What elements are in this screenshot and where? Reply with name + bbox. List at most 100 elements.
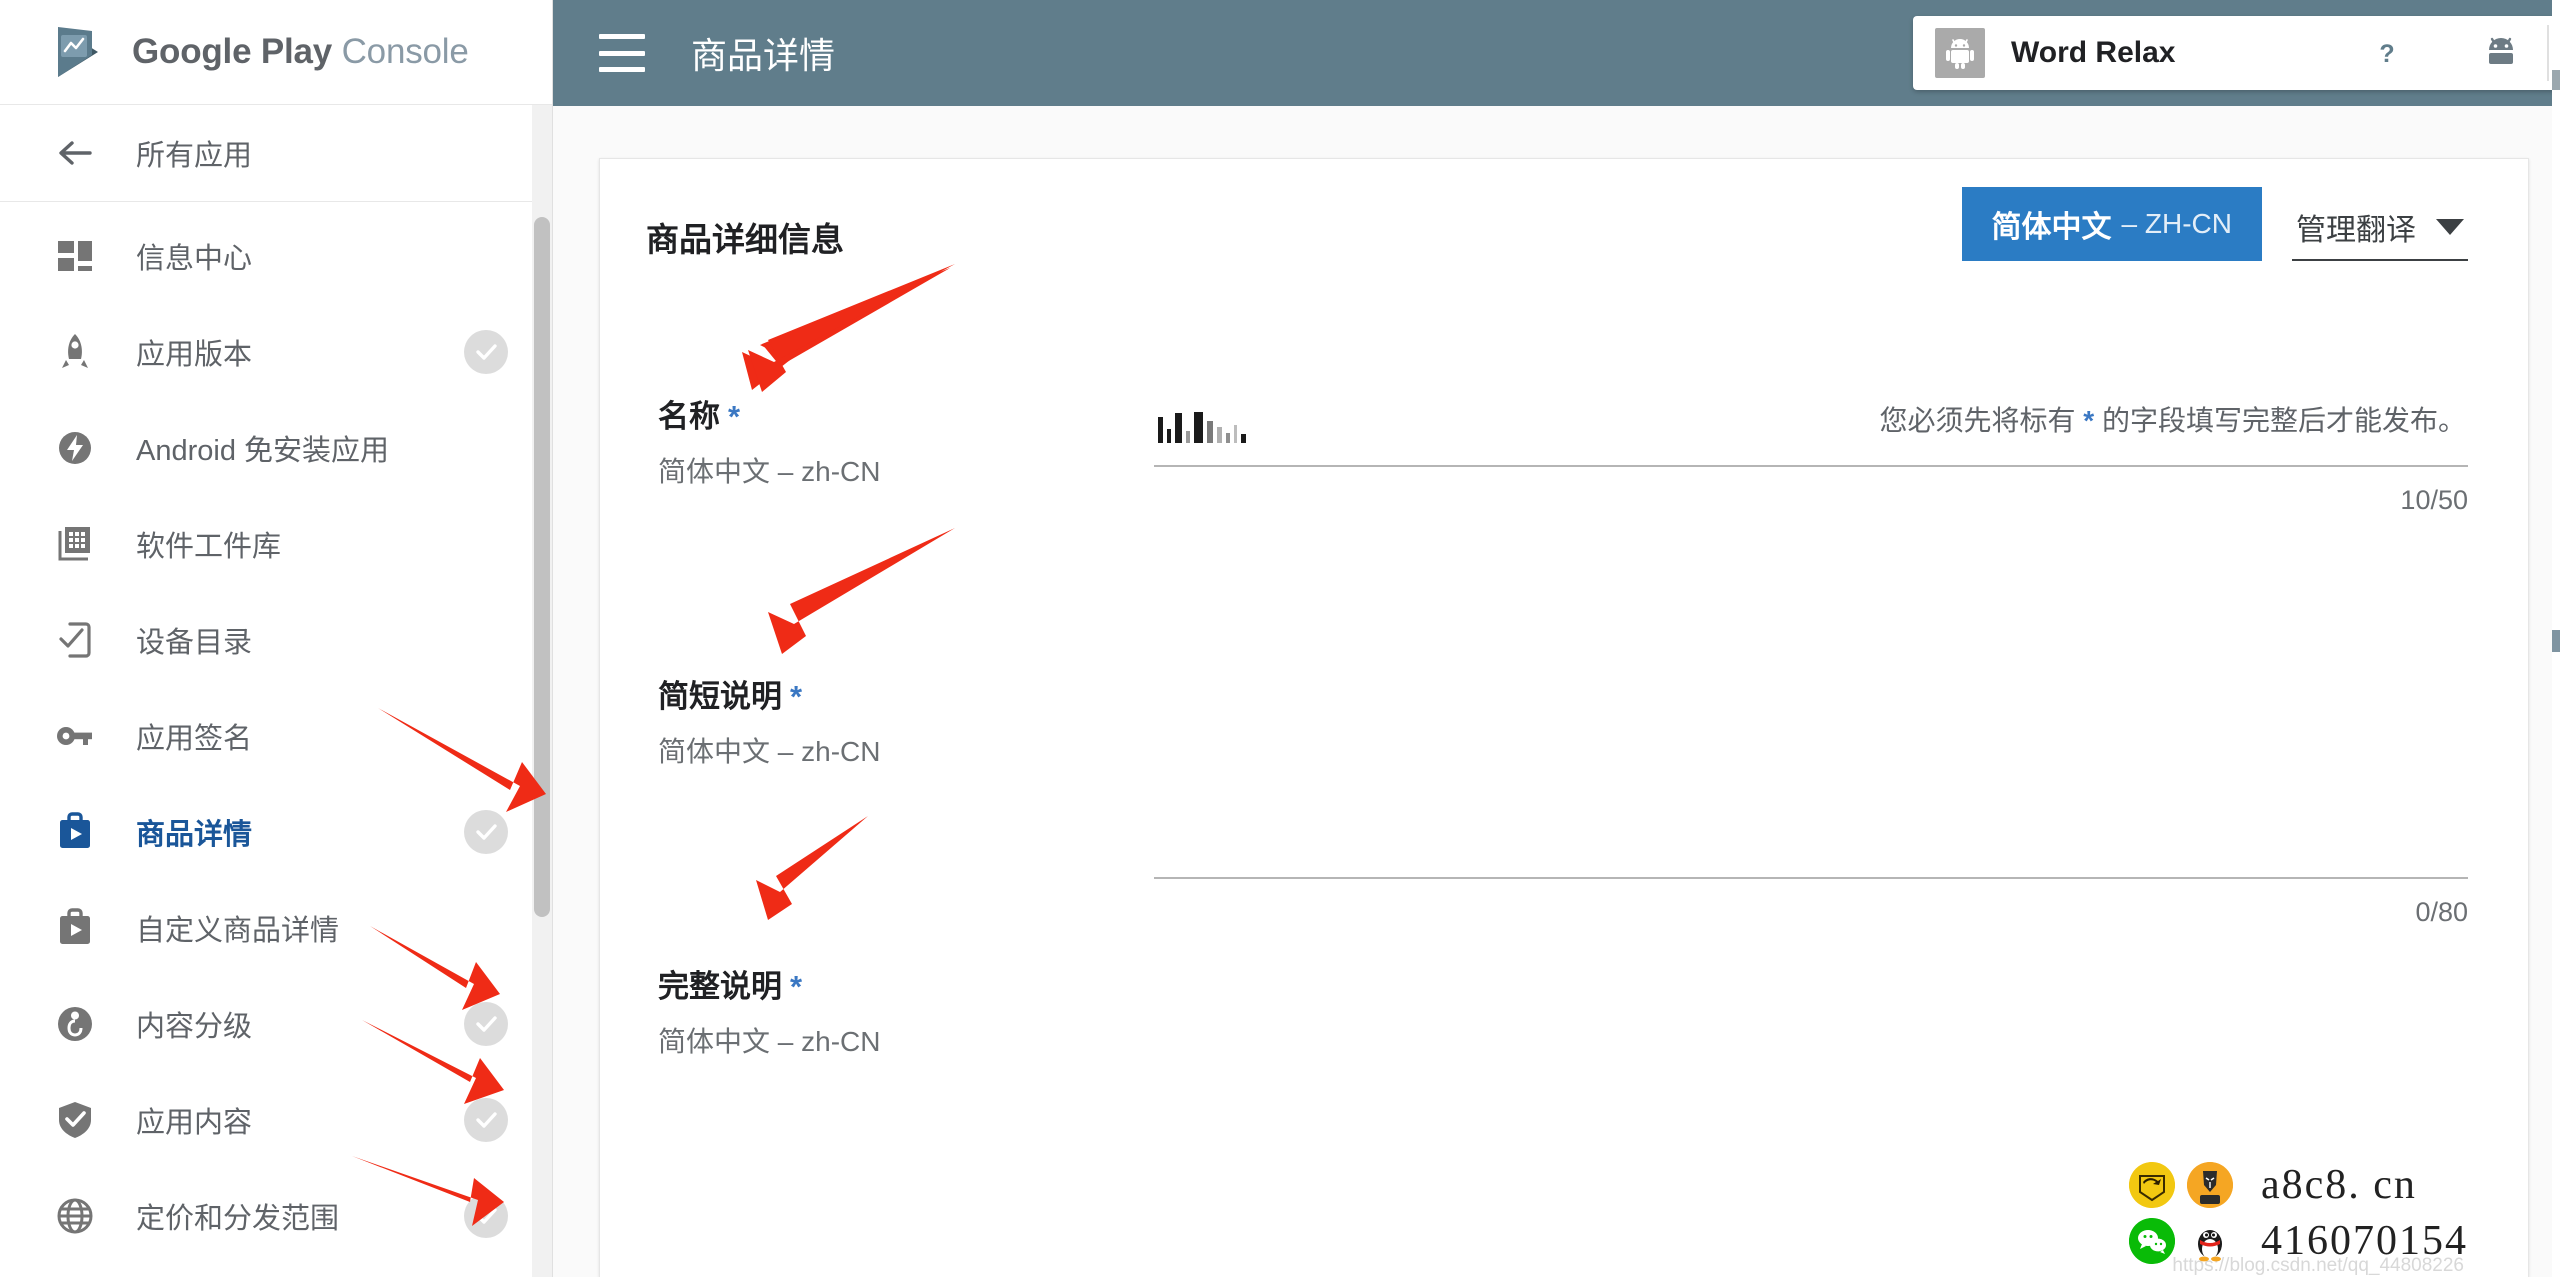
- sidebar-item-label: Android 免安装应用: [136, 435, 390, 467]
- rocket-icon: [52, 329, 98, 375]
- short-description-label: 简短说明 * 简体中文 – zh-CN: [644, 671, 1154, 961]
- sidebar-item-app-signing[interactable]: 应用签名: [0, 688, 552, 784]
- name-input[interactable]: [1154, 399, 2468, 467]
- sidebar-item-label: 软件工件库: [136, 531, 282, 563]
- sidebar-item-pricing-distribution[interactable]: 定价和分发范围: [0, 1168, 552, 1264]
- store-listing-card: 商品详细信息 简体中文 – ZH-CN 管理翻译 您必须先将标有 * 的字段填写…: [599, 158, 2529, 1278]
- sidebar-item-label: 应用内容: [136, 1107, 253, 1139]
- short-description-sublabel: 简体中文 – zh-CN: [658, 736, 881, 767]
- sidebar-item-label: 内容分级: [136, 1011, 253, 1043]
- wechat-icon: [2129, 1218, 2175, 1264]
- store-listing-icon: [52, 809, 98, 855]
- sidebar-item-app-content[interactable]: 应用内容: [0, 1072, 552, 1168]
- name-input-redacted-value: [1154, 399, 2468, 443]
- sidebar-item-content-rating[interactable]: 内容分级: [0, 976, 552, 1072]
- required-star: *: [790, 679, 803, 714]
- sidebar-item-custom-store-listing[interactable]: 自定义商品详情: [0, 880, 552, 976]
- sidebar-item-android-instant-apps[interactable]: Android 免安装应用: [0, 400, 552, 496]
- name-field-sublabel: 简体中文 – zh-CN: [658, 456, 881, 487]
- label-text: 名称: [658, 399, 720, 434]
- help-question-icon[interactable]: ?: [2359, 25, 2415, 81]
- sidebar-item-store-listing[interactable]: 商品详情: [0, 784, 552, 880]
- watermark-row-site: a8c8. cn: [2129, 1161, 2468, 1209]
- short-description-control: 0/80: [1154, 671, 2468, 961]
- app-releases-check-badge: [464, 330, 508, 374]
- watermark-site: a8c8. cn: [2261, 1162, 2417, 1208]
- dashboard-icon: [52, 233, 98, 279]
- sidebar-item-artifact-library[interactable]: 软件工件库: [0, 496, 552, 592]
- avatar[interactable]: [2467, 19, 2535, 87]
- language-toolbar: 简体中文 – ZH-CN 管理翻译: [1961, 187, 2468, 261]
- sidebar-item-label: 自定义商品详情: [136, 915, 340, 947]
- required-star: *: [790, 969, 803, 1004]
- brand-title: Google Play Console: [132, 32, 469, 72]
- sidebar: Google Play Console 所有应用 信息中心 应用版本 Andro…: [0, 0, 553, 1283]
- chevron-down-icon: [2436, 219, 2464, 235]
- manage-translations-dropdown[interactable]: 管理翻译: [2292, 205, 2468, 261]
- sidebar-back-all-apps[interactable]: 所有应用: [0, 105, 552, 202]
- sidebar-item-dashboard[interactable]: 信息中心: [0, 208, 552, 304]
- language-chip[interactable]: 简体中文 – ZH-CN: [1961, 187, 2262, 261]
- full-description-label: 完整说明 * 简体中文 – zh-CN: [644, 961, 1154, 1201]
- form-row-name: 名称 * 简体中文 – zh-CN 10/50: [644, 391, 2468, 671]
- sidebar-item-label: 设备目录: [136, 627, 253, 659]
- pricing-distribution-check-badge: [464, 1194, 508, 1238]
- label-text: 简短说明: [658, 679, 782, 714]
- language-chip-code: – ZH-CN: [2121, 208, 2232, 239]
- short-description-char-counter: 0/80: [2415, 897, 2468, 927]
- window-bottom-strip: [0, 1277, 2560, 1283]
- edge-mark-top: [2552, 70, 2560, 90]
- name-field-label: 名称 * 简体中文 – zh-CN: [644, 391, 1154, 671]
- brand-header: Google Play Console: [0, 0, 552, 105]
- notifications-bell-icon[interactable]: [2249, 25, 2305, 81]
- form-row-short-description: 简短说明 * 简体中文 – zh-CN 0/80: [644, 671, 2468, 961]
- divider: [2547, 25, 2549, 81]
- name-char-counter: 10/50: [2400, 485, 2468, 515]
- sidebar-scrollbar-track[interactable]: [532, 105, 552, 1283]
- top-app-bar: 商品详情 Word Relax ?: [553, 0, 2560, 106]
- android-robot-icon: [1935, 28, 1985, 78]
- bolt-circle-icon: [52, 425, 98, 471]
- name-field-control: 10/50: [1154, 391, 2468, 671]
- manage-translations-label: 管理翻译: [2296, 214, 2416, 247]
- key-icon: [52, 713, 98, 759]
- brand-title-secondary: Console: [341, 32, 469, 71]
- brand-title-primary: Google Play: [132, 32, 333, 71]
- required-star: *: [728, 399, 741, 434]
- short-description-label-text: 简短说明 *: [658, 671, 1154, 716]
- name-field-label-text: 名称 *: [658, 391, 1154, 436]
- content-rating-icon: [52, 1001, 98, 1047]
- anonymous-mask-icon: [2187, 1162, 2233, 1208]
- watermark: a8c8. cn 416070154: [2129, 1161, 2468, 1265]
- main-region: 商品详情 Word Relax ? 商品详细信息 简体中文 – ZH-CN 管理…: [553, 0, 2560, 1283]
- artifact-library-icon: [52, 521, 98, 567]
- heima-zaixian-icon: [2129, 1162, 2175, 1208]
- sidebar-item-label: 信息中心: [136, 243, 253, 275]
- store-listing-form: 名称 * 简体中文 – zh-CN 10/50 简短说明 * 简体中文 – zh…: [644, 391, 2468, 1201]
- globe-icon: [52, 1193, 98, 1239]
- content-area: 商品详细信息 简体中文 – ZH-CN 管理翻译 您必须先将标有 * 的字段填写…: [553, 106, 2560, 1283]
- arrow-left-icon: [52, 130, 98, 176]
- app-content-check-badge: [464, 1098, 508, 1142]
- watermark-qq: 416070154: [2261, 1218, 2468, 1264]
- language-chip-name: 简体中文: [1991, 211, 2112, 244]
- sidebar-item-label: 商品详情: [136, 819, 253, 851]
- play-console-window: Google Play Console 所有应用 信息中心 应用版本 Andro…: [0, 0, 2560, 1283]
- shield-check-icon: [52, 1097, 98, 1143]
- custom-store-listing-icon: [52, 905, 98, 951]
- sidebar-item-device-catalog[interactable]: 设备目录: [0, 592, 552, 688]
- sidebar-back-label: 所有应用: [136, 140, 253, 172]
- label-text: 完整说明: [658, 969, 782, 1004]
- top-bar-icon-group: ?: [2195, 0, 2535, 106]
- watermark-row-qq: 416070154: [2129, 1217, 2468, 1265]
- short-description-textarea[interactable]: [1154, 679, 2468, 879]
- device-catalog-icon: [52, 617, 98, 663]
- store-listing-check-badge: [464, 810, 508, 854]
- sidebar-item-app-releases[interactable]: 应用版本: [0, 304, 552, 400]
- hamburger-menu-icon[interactable]: [599, 34, 645, 72]
- app-selector-name: Word Relax: [2011, 36, 2176, 69]
- svg-text:?: ?: [2379, 40, 2394, 68]
- sidebar-scrollbar-thumb[interactable]: [534, 217, 550, 917]
- play-console-logo-icon: [48, 21, 110, 83]
- full-description-textarea[interactable]: [1154, 969, 2468, 1149]
